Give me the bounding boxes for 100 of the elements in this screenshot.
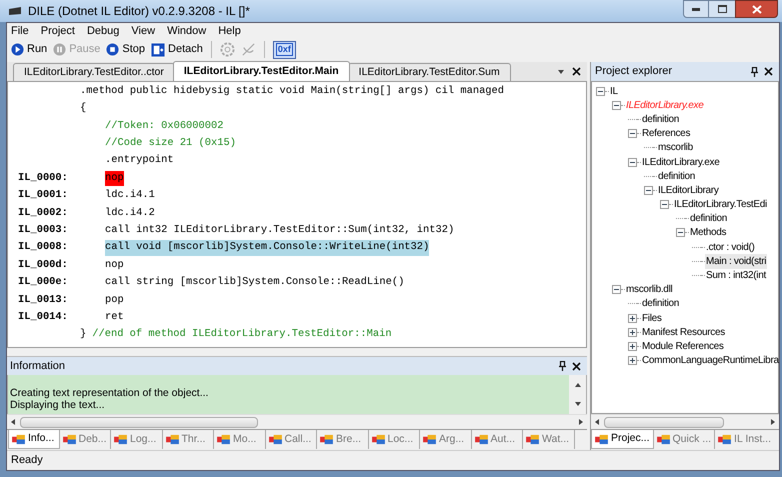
tree-item[interactable]: .ctor : void() [705, 240, 756, 255]
tree-item[interactable]: ILEditorLibrary [657, 182, 720, 198]
line-label: IL_0013: [17, 292, 69, 308]
line-label: IL_000e: [17, 275, 69, 290]
pin-icon[interactable] [559, 361, 566, 371]
project-tree[interactable] [591, 81, 779, 414]
horizontal-scrollbar[interactable] [7, 414, 587, 429]
line-label: IL_0014: [17, 310, 69, 325]
tree-item[interactable]: Files [641, 310, 663, 326]
menu-item[interactable]: Project [40, 22, 75, 40]
stop-button[interactable]: Stop [106, 40, 146, 59]
tree-item[interactable]: definition [641, 296, 680, 312]
window-icon [12, 434, 25, 444]
window-icon [372, 434, 384, 445]
minimize-button[interactable] [683, 0, 709, 18]
menu-item[interactable]: Debug [86, 22, 120, 40]
line-label: IL_0002: [17, 206, 69, 221]
code-editor[interactable] [7, 82, 587, 348]
panel-tab[interactable]: IL Inst... [715, 430, 774, 449]
tree-item[interactable]: Sum : int32(int [705, 268, 767, 284]
pause-icon [53, 43, 66, 56]
editor-tab[interactable]: ILEditorLibrary.TestEditor.Sum [348, 63, 511, 81]
menu-item[interactable]: Window [167, 22, 206, 40]
code-text: ret [105, 310, 124, 325]
tree-item[interactable]: References [641, 126, 692, 142]
maximize-icon [718, 5, 726, 13]
panel-tab[interactable]: Call... [266, 430, 317, 449]
panel-tab[interactable]: Deb... [60, 430, 111, 449]
plus-icon[interactable] [629, 328, 636, 336]
panel-tab[interactable]: Quick ... [654, 430, 716, 449]
tree-item[interactable]: mscorlib.dll [625, 282, 674, 298]
code-comment: //Token: 0x06000002 [105, 118, 224, 134]
maximize-button[interactable] [709, 0, 735, 18]
panel-tab[interactable]: Bre... [317, 430, 368, 449]
panel-tab[interactable]: Info... [8, 430, 60, 449]
hex-display-toggle[interactable]: 0xf [272, 40, 296, 58]
window-icon [114, 434, 127, 445]
dropdown-icon[interactable] [557, 68, 565, 76]
panel-tab[interactable]: Loc... [368, 430, 420, 449]
scroll-right-icon[interactable] [577, 418, 585, 426]
tree-item[interactable]: Manifest Resources [641, 324, 726, 340]
code-text: call void [mscorlib]System.Console::WriteLine(int32) [105, 240, 430, 256]
detach-button[interactable]: Detach [151, 40, 203, 59]
plus-icon[interactable] [629, 314, 636, 322]
panel-tab[interactable]: Log... [111, 430, 162, 449]
gear-icon [220, 42, 235, 57]
window-icon [526, 434, 539, 445]
code-text: nop [105, 258, 124, 273]
log-line: Creating text representation of the object... [9, 387, 210, 399]
scroll-left-icon[interactable] [593, 418, 601, 426]
horizontal-scrollbar[interactable] [591, 414, 779, 429]
tree-item[interactable]: ILEditorLibrary.exe [641, 154, 720, 170]
plus-icon[interactable] [629, 357, 636, 364]
tree-item[interactable]: Module References [641, 338, 725, 354]
tree-item[interactable]: definition [641, 112, 680, 127]
scroll-right-icon[interactable] [769, 418, 777, 426]
tree-item[interactable]: IL [609, 84, 619, 99]
tree-item[interactable]: ILEditorLibrary.exe [625, 98, 704, 113]
code-text: .method public hidebysig static void Main(string[] args) cil managed [80, 84, 504, 99]
panel-tab[interactable]: Aut... [472, 430, 523, 449]
window-icon [62, 434, 76, 445]
panel-tab[interactable]: Arg... [420, 430, 472, 449]
scroll-left-icon[interactable] [9, 418, 17, 426]
run-button[interactable]: Run [11, 40, 48, 59]
plus-icon[interactable] [629, 342, 636, 350]
panel-tab[interactable]: Projec... [591, 430, 654, 449]
code-text: nop [105, 170, 124, 186]
close-icon[interactable] [572, 67, 581, 76]
code-text: .entrypoint [105, 153, 174, 168]
window-icon [656, 434, 670, 445]
menu-item[interactable]: View [131, 22, 156, 40]
tree-item[interactable]: Methods [689, 225, 728, 240]
line-label: IL_0008: [17, 240, 69, 256]
panel-tab[interactable]: Thr... [162, 430, 214, 449]
close-icon[interactable] [572, 362, 581, 370]
editor-tab[interactable]: ILEditorLibrary.TestEditor.Main [172, 61, 350, 81]
tree-item[interactable]: ILEditorLibrary.TestEdi [673, 197, 768, 212]
menu-item[interactable]: Help [218, 22, 241, 40]
menu-item[interactable]: File [11, 22, 29, 40]
status-text: Ready [11, 453, 43, 468]
tree-item[interactable]: mscorlib [657, 140, 694, 156]
code-comment: //Code size 21 (0x15) [105, 136, 236, 152]
pin-icon[interactable] [751, 66, 758, 76]
panel-tab[interactable]: Mo... [214, 430, 266, 449]
tree-item[interactable]: CommonLanguageRuntimeLibra [641, 353, 780, 368]
editor-tab[interactable]: ILEditorLibrary.TestEditor..ctor [13, 63, 175, 81]
close-icon[interactable] [764, 67, 773, 76]
vertical-scrollbar[interactable] [569, 375, 586, 414]
code-text: call int32 ILEditorLibrary.TestEditor::Sum(int32, int32) [105, 223, 454, 238]
code-text: { [80, 101, 86, 116]
close-button[interactable] [735, 0, 778, 18]
tree-item[interactable]: definition [689, 211, 728, 226]
scroll-up-icon[interactable] [574, 380, 582, 389]
panel-title: Project explorer [595, 64, 672, 80]
scroll-down-icon[interactable] [574, 400, 582, 408]
tree-item[interactable]: definition [657, 168, 696, 184]
tree-item[interactable]: Main : void(stri [705, 254, 768, 269]
panel-tab[interactable]: Wat... [523, 430, 574, 449]
line-label: IL_0003: [17, 223, 69, 238]
satellite-dish-icon [240, 42, 256, 57]
